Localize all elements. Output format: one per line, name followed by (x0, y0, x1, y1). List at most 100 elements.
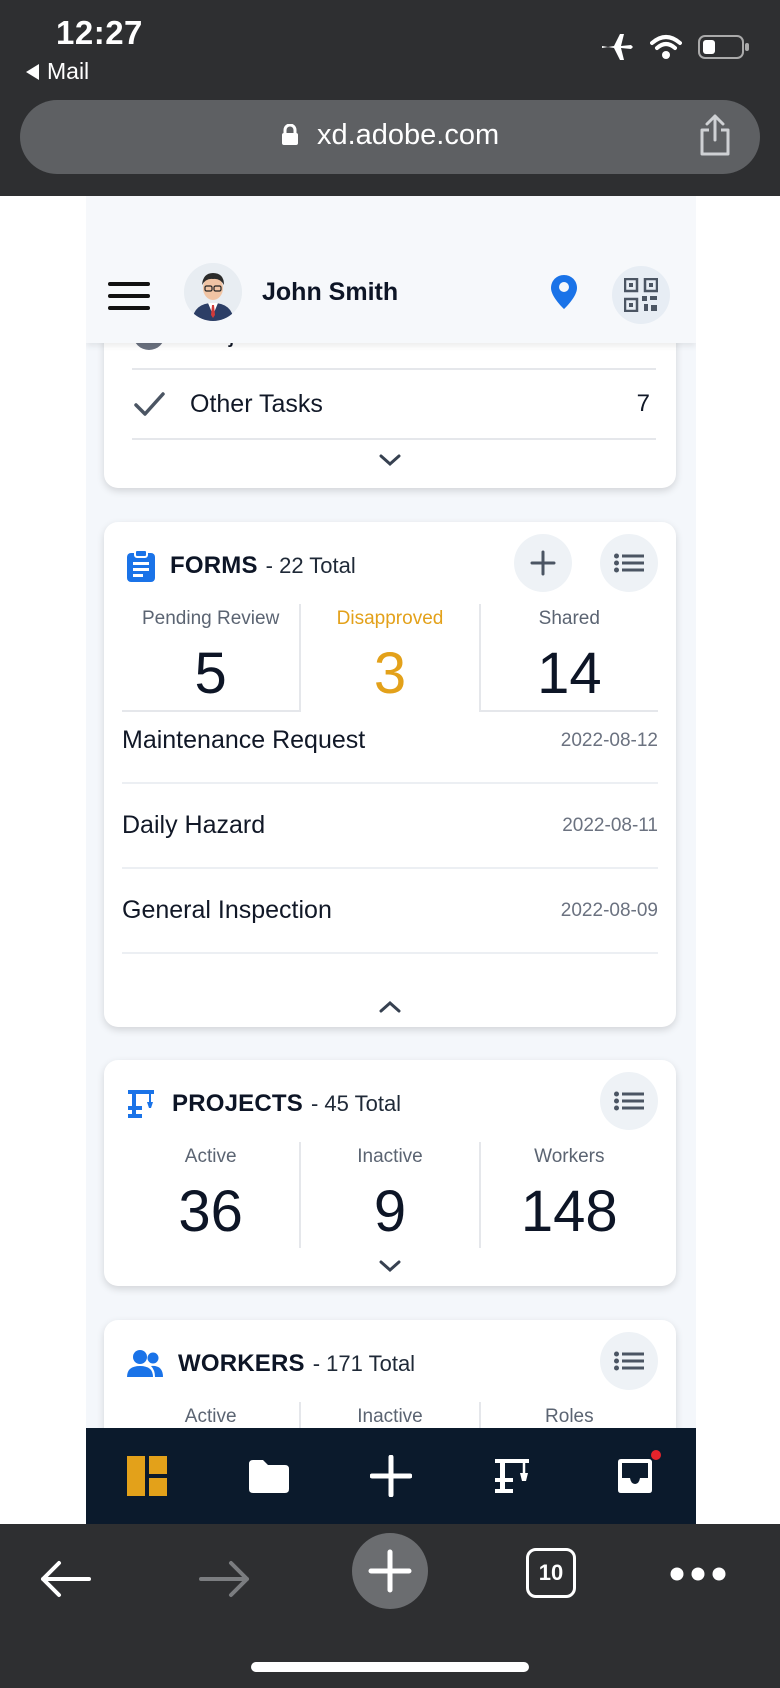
inbox-icon (618, 1459, 652, 1493)
people-icon (127, 1350, 163, 1377)
form-date: 2022-08-09 (560, 899, 658, 921)
stat-label: Active (184, 1146, 237, 1167)
forms-title: FORMS (170, 552, 258, 579)
stat-value: 148 (520, 1179, 618, 1244)
browser-toolbar: 10 (0, 1524, 780, 1688)
chevron-down-icon[interactable] (378, 452, 402, 468)
menu-button[interactable] (108, 282, 150, 310)
notification-badge (649, 1448, 663, 1462)
qr-scan-button[interactable] (612, 266, 670, 324)
task-row[interactable]: Other Tasks 7 (132, 370, 656, 440)
user-avatar-icon (184, 263, 242, 321)
app-header: John Smith (86, 196, 696, 343)
status-time: 12:27 (56, 14, 143, 51)
stat-disapproved[interactable]: Disapproved 3 (301, 604, 481, 712)
battery-icon (698, 35, 749, 59)
stat-pending-review[interactable]: Pending Review 5 (122, 604, 302, 712)
more-button[interactable] (668, 1562, 728, 1586)
dashboard-icon (127, 1456, 167, 1496)
app-bottom-nav (86, 1428, 696, 1524)
back-app-label: Mail (47, 58, 90, 84)
plus-icon (368, 1549, 412, 1593)
workers-list-button[interactable] (600, 1332, 658, 1390)
nav-add[interactable] (351, 1436, 431, 1516)
location-pin-icon[interactable] (550, 274, 578, 310)
web-content: Project Orientations 2 Other Tasks 7 (0, 196, 780, 1524)
nav-dashboard[interactable] (107, 1436, 187, 1516)
app-container: Project Orientations 2 Other Tasks 7 (86, 196, 696, 1524)
url-bar[interactable]: xd.adobe.com (20, 100, 760, 174)
list-icon (614, 1091, 644, 1111)
more-dots-icon (670, 1567, 726, 1581)
nav-files[interactable] (229, 1436, 309, 1516)
stat-label: Active (184, 1406, 237, 1427)
list-icon (614, 1351, 644, 1371)
stat-value: 36 (178, 1179, 243, 1244)
crane-icon (495, 1459, 529, 1493)
forms-list-button[interactable] (600, 534, 658, 592)
plus-icon (530, 550, 556, 576)
stat-value: 14 (537, 641, 602, 706)
qr-code-icon (624, 278, 658, 312)
add-form-button[interactable] (514, 534, 572, 592)
projects-title: PROJECTS (172, 1090, 303, 1117)
stat-active[interactable]: Active 36 (122, 1142, 302, 1248)
arrow-left-icon (41, 1561, 91, 1597)
tasks-card: Project Orientations 2 Other Tasks 7 (104, 326, 676, 488)
check-icon (134, 392, 165, 416)
nav-inbox[interactable] (595, 1436, 675, 1516)
projects-stats: Active 36 Inactive 9 Workers 148 (122, 1142, 658, 1248)
forms-card: FORMS - 22 Total Pending Review 5 Disapp… (104, 522, 676, 1027)
arrow-right-icon (199, 1561, 249, 1597)
stat-label: Disapproved (336, 608, 444, 629)
user-name[interactable]: John Smith (262, 278, 398, 307)
stat-workers[interactable]: Workers 148 (481, 1142, 658, 1248)
tabs-count: 10 (538, 1560, 564, 1585)
forward-button[interactable] (198, 1552, 252, 1606)
dashboard-scroll[interactable]: Project Orientations 2 Other Tasks 7 (86, 196, 696, 1524)
back-triangle-icon (26, 63, 39, 80)
stat-shared[interactable]: Shared 14 (480, 604, 658, 712)
hamburger-line (108, 294, 150, 298)
nav-projects[interactable] (473, 1436, 553, 1516)
back-to-app[interactable]: Mail (26, 58, 89, 85)
hamburger-line (108, 282, 150, 286)
share-button[interactable] (698, 114, 732, 163)
projects-card-header: PROJECTS - 45 Total (126, 1084, 401, 1124)
form-name: Maintenance Request (122, 726, 366, 754)
form-list-item[interactable]: Daily Hazard 2022-08-11 (122, 784, 658, 869)
workers-title: WORKERS (178, 1350, 305, 1377)
chevron-down-icon[interactable] (378, 1258, 402, 1274)
folder-icon (249, 1460, 289, 1493)
chevron-up-icon[interactable] (378, 999, 402, 1015)
stat-label: Pending Review (142, 608, 280, 629)
lock-icon (281, 124, 298, 145)
hamburger-line (108, 306, 150, 310)
form-list-item[interactable]: Maintenance Request 2022-08-12 (122, 699, 658, 784)
plus-icon (370, 1455, 412, 1497)
status-icons (600, 32, 750, 62)
task-label: Other Tasks (190, 389, 323, 418)
stat-value: 5 (194, 641, 227, 706)
new-tab-button[interactable] (352, 1533, 428, 1609)
home-indicator[interactable] (251, 1662, 529, 1672)
stat-label: Shared (538, 608, 600, 629)
url-text: xd.adobe.com (316, 119, 500, 151)
workers-total: - 171 Total (312, 1351, 416, 1376)
stat-inactive[interactable]: Inactive 9 (301, 1142, 481, 1248)
back-button[interactable] (38, 1552, 92, 1606)
projects-list-button[interactable] (600, 1072, 658, 1130)
clipboard-icon (127, 549, 155, 582)
form-name: General Inspection (122, 896, 332, 924)
wifi-icon (650, 35, 682, 59)
stat-value: 3 (373, 641, 407, 706)
stat-label: Roles (545, 1406, 594, 1427)
tabs-button[interactable]: 10 (526, 1548, 576, 1598)
form-list-item[interactable]: General Inspection 2022-08-09 (122, 869, 658, 954)
forms-total: - 22 Total (265, 553, 356, 578)
crane-icon (128, 1090, 154, 1118)
avatar[interactable] (184, 263, 242, 321)
airplane-icon (602, 34, 633, 60)
stat-label: Inactive (357, 1406, 423, 1427)
form-date: 2022-08-11 (562, 814, 658, 836)
